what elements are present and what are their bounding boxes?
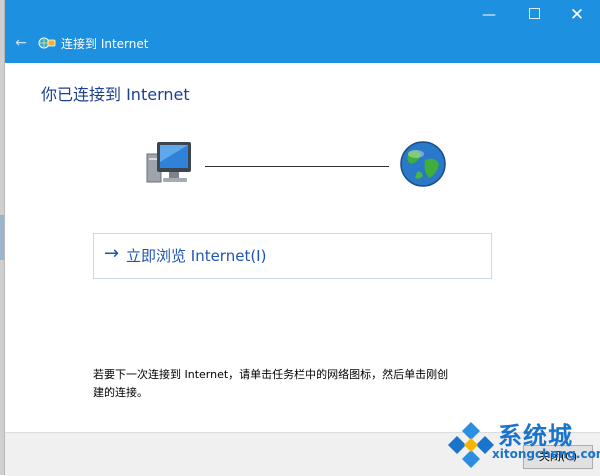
watermark-brand: 系统城 [498,422,573,450]
arrow-right-icon: → [104,243,120,264]
connection-line [205,166,389,167]
globe-icon [400,141,446,187]
title-bar: — ✕ ← 连接到 Internet [5,0,600,63]
minimize-button[interactable]: — [471,4,507,26]
network-icon [38,37,56,49]
instruction-text: 若要下一次连接到 Internet，请单击任务栏中的网络图标，然后单击刚创建的连… [93,368,449,399]
watermark-url: xitongcheng.com [492,447,600,461]
page-heading: 你已连接到 Internet [41,85,190,104]
browse-internet-link[interactable]: → 立即浏览 Internet(I) [93,233,492,279]
close-window-button[interactable]: ✕ [559,4,595,26]
browse-internet-label: 立即浏览 Internet(I) [126,247,267,265]
watermark-logo-icon [448,422,494,468]
site-watermark: 系统城 xitongcheng.com [444,412,600,475]
maximize-icon [528,8,540,19]
back-button[interactable]: ← [11,33,31,53]
connect-dialog: — ✕ ← 连接到 Internet 你已连接到 Internet → 立即浏览… [4,0,600,476]
computer-icon [146,142,191,183]
maximize-button[interactable] [516,4,552,26]
window-title: 连接到 Internet [61,37,149,51]
